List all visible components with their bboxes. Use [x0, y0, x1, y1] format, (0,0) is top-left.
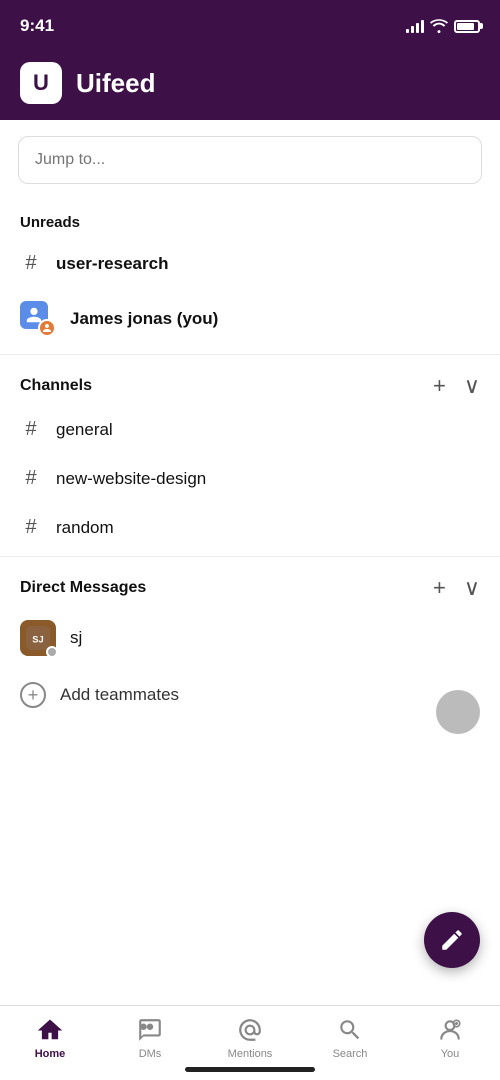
add-teammates-item[interactable]: + Add teammates: [0, 669, 500, 721]
home-bar: [185, 1067, 315, 1072]
tab-search-label: Search: [333, 1048, 368, 1060]
unread-channel-item[interactable]: # user-research: [0, 239, 500, 288]
jump-to-input[interactable]: [18, 136, 482, 184]
channels-header: Channels + ∨: [0, 359, 500, 405]
dm-sj-name: sj: [70, 628, 82, 648]
channel-general[interactable]: # general: [0, 405, 500, 454]
scroll-indicator: [436, 690, 480, 734]
channel-random-name: random: [56, 518, 114, 538]
channels-actions: + ∨: [433, 375, 480, 397]
app-logo: U: [20, 62, 62, 104]
unread-channel-name: user-research: [56, 254, 168, 274]
wifi-icon: [430, 19, 448, 33]
content-area: Unreads # user-research James jonas (you…: [0, 120, 500, 821]
channel-random[interactable]: # random: [0, 503, 500, 552]
channels-label: Channels: [20, 377, 92, 395]
dm-sj[interactable]: SJ sj: [0, 607, 500, 669]
unread-dm-item[interactable]: James jonas (you): [0, 288, 500, 350]
compose-fab[interactable]: [424, 912, 480, 968]
signal-icon: [406, 19, 424, 33]
unreads-label: Unreads: [0, 200, 500, 239]
tab-search[interactable]: Search: [315, 1016, 385, 1060]
dm-collapse-button[interactable]: ∨: [464, 577, 480, 599]
app-header: U Uifeed: [0, 50, 500, 120]
dm-actions: + ∨: [433, 577, 480, 599]
status-bar: 9:41: [0, 0, 500, 50]
online-dot: [46, 646, 58, 658]
tab-mentions[interactable]: Mentions: [215, 1016, 285, 1060]
divider-2: [0, 556, 500, 557]
battery-icon: [454, 20, 480, 33]
tab-mentions-label: Mentions: [228, 1048, 273, 1060]
you-icon: [436, 1016, 464, 1044]
channel-new-website-design[interactable]: # new-website-design: [0, 454, 500, 503]
james-avatar: [20, 301, 56, 337]
channel-general-name: general: [56, 420, 113, 440]
channels-add-button[interactable]: +: [433, 375, 446, 397]
dm-add-button[interactable]: +: [433, 577, 446, 599]
tab-you[interactable]: You: [415, 1016, 485, 1060]
dm-header: Direct Messages + ∨: [0, 561, 500, 607]
channels-collapse-button[interactable]: ∨: [464, 375, 480, 397]
tab-you-label: You: [441, 1048, 460, 1060]
add-teammates-label: Add teammates: [60, 685, 179, 705]
status-time: 9:41: [20, 16, 54, 36]
dm-sj-avatar: SJ: [20, 620, 56, 656]
add-teammates-icon: +: [20, 682, 46, 708]
search-icon: [336, 1016, 364, 1044]
app-title: Uifeed: [76, 68, 155, 99]
hash-icon: #: [20, 516, 42, 539]
tab-home[interactable]: Home: [15, 1016, 85, 1060]
jump-to-container: [0, 120, 500, 200]
home-icon: [36, 1016, 64, 1044]
tab-dms[interactable]: DMs: [115, 1016, 185, 1060]
svg-text:SJ: SJ: [32, 635, 43, 645]
divider-1: [0, 354, 500, 355]
hash-icon: #: [20, 467, 42, 490]
unread-dm-name: James jonas (you): [70, 309, 218, 329]
hash-icon: #: [20, 252, 42, 275]
dms-icon: [136, 1016, 164, 1044]
hash-icon: #: [20, 418, 42, 441]
channel-new-website-design-name: new-website-design: [56, 469, 206, 489]
dm-label: Direct Messages: [20, 579, 146, 597]
tab-dms-label: DMs: [139, 1048, 162, 1060]
tab-home-label: Home: [35, 1048, 66, 1060]
mentions-icon: [236, 1016, 264, 1044]
status-icons: [406, 19, 480, 33]
